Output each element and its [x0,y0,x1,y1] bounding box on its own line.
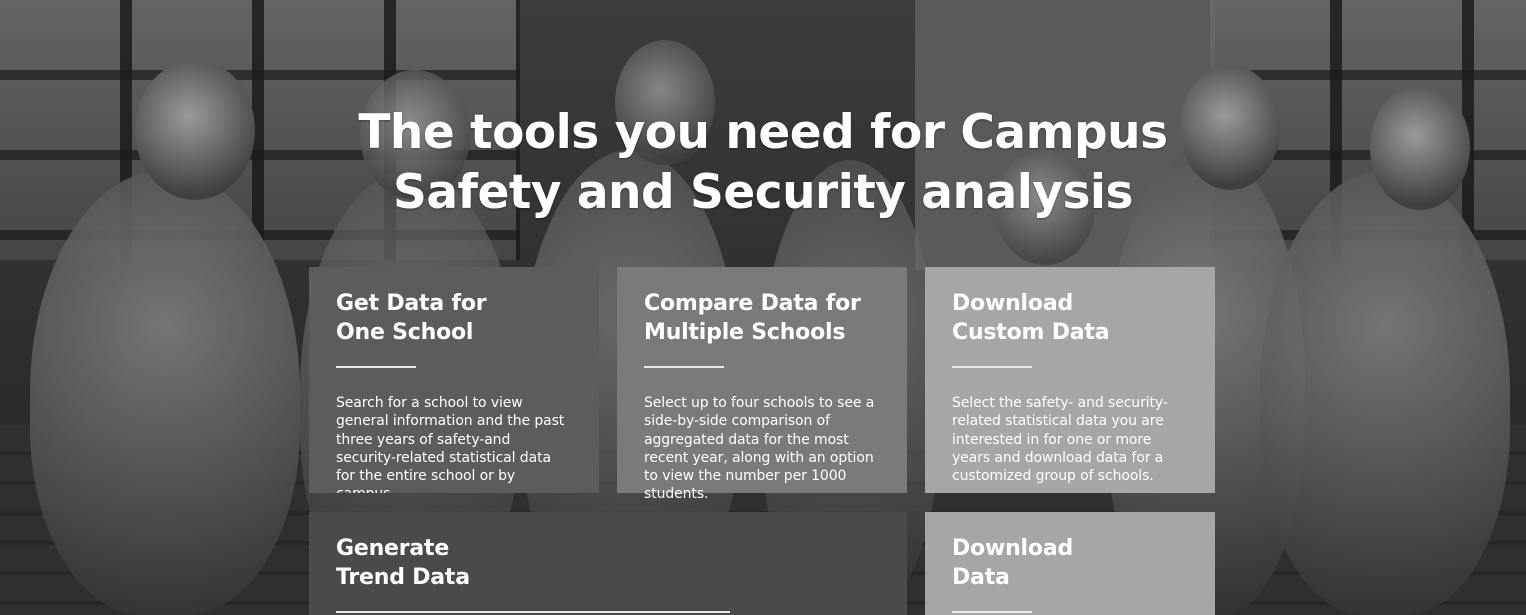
hero-title: The tools you need for Campus Safety and… [0,103,1526,223]
card-title-line-2: Data [952,565,1010,590]
card-title-line-1: Compare Data for [644,291,861,316]
card-divider [336,611,730,613]
card-description: Select the safety- and security-related … [952,395,1168,485]
card-title: Get Data for One School [336,289,573,347]
hero-title-line-1: The tools you need for Campus [358,105,1168,161]
card-title: Generate Trend Data [336,534,881,592]
hero-title-line-2: Safety and Security analysis [392,165,1134,221]
card-download-custom-data[interactable]: Download Custom Data Select the safety- … [925,267,1215,493]
card-divider [336,366,416,368]
card-title: Download Data [952,534,1189,592]
background-person [1260,170,1510,615]
background-person [30,170,300,615]
card-description: Search for a school to view general info… [336,395,565,493]
card-title-line-1: Generate [336,536,450,561]
card-description: Select up to four schools to see a side-… [644,395,875,503]
card-title-line-1: Download [952,291,1074,316]
card-title-line-2: Custom Data [952,320,1110,345]
card-compare-multiple-schools[interactable]: Compare Data for Multiple Schools Select… [617,267,907,502]
card-divider [952,611,1032,613]
card-divider [644,366,724,368]
card-title: Compare Data for Multiple Schools [644,289,881,347]
card-title-line-2: One School [336,320,474,345]
card-download-data[interactable]: Download Data [925,512,1215,615]
card-title: Download Custom Data [952,289,1189,347]
card-title-line-2: Trend Data [336,565,470,590]
card-generate-trend-data[interactable]: Generate Trend Data [309,512,907,615]
card-title-line-2: Multiple Schools [644,320,846,345]
card-title-line-1: Get Data for [336,291,487,316]
card-title-line-1: Download [952,536,1074,561]
card-divider [952,366,1032,368]
card-get-data-one-school[interactable]: Get Data for One School Search for a sch… [309,267,599,493]
